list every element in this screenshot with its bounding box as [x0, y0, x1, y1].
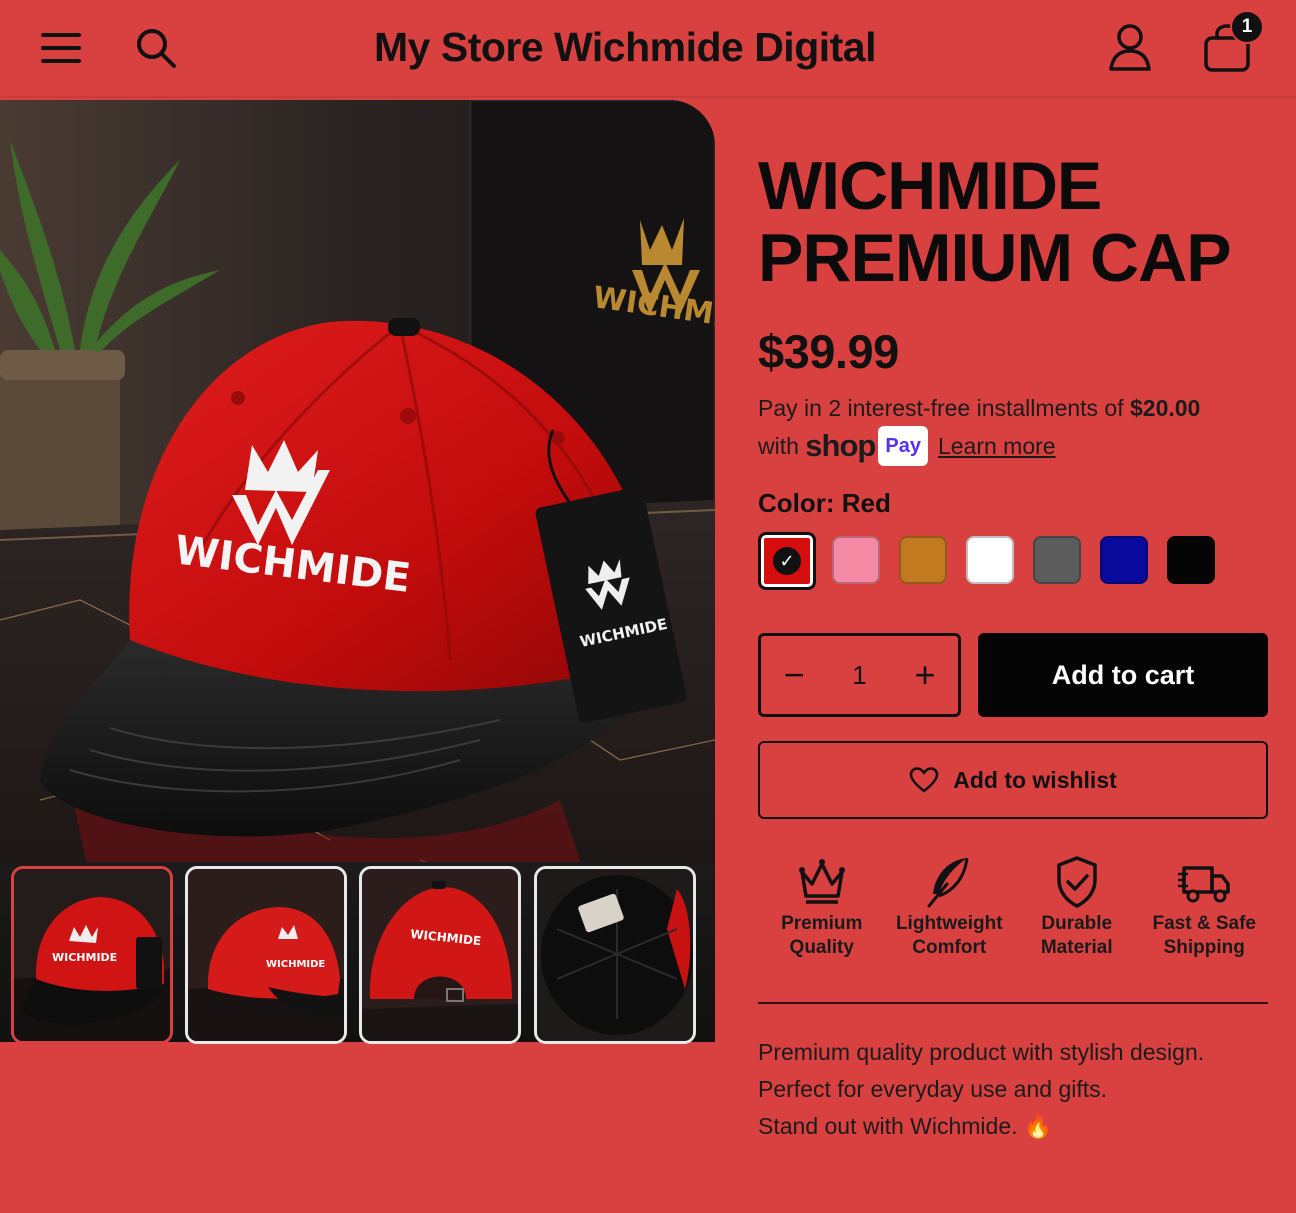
add-to-wishlist-button[interactable]: Add to wishlist [758, 741, 1268, 819]
feature-premium-quality: Premium Quality [758, 854, 886, 960]
product-title-line2: PREMIUM CAP [758, 220, 1232, 296]
installments-text: Pay in 2 interest-free installments of [758, 395, 1130, 421]
svg-text:WICHMIDE: WICHMIDE [52, 951, 117, 964]
feature-premium-quality-line2: Quality [789, 937, 854, 958]
feature-durable-material-line2: Material [1040, 937, 1113, 958]
thumbnail-underside[interactable] [534, 866, 696, 1044]
product-title: WICHMIDE PREMIUM CAP [758, 150, 1278, 294]
feather-icon [927, 857, 969, 908]
thumbnail-front-angle[interactable]: WICHMIDE [11, 866, 173, 1044]
thumbnail-back[interactable]: WICHMIDE [359, 866, 521, 1044]
product-price: $39.99 [758, 325, 899, 378]
feature-list: Premium Quality Lightweight Comfort Dura… [758, 854, 1268, 960]
shield-check-icon [1057, 856, 1097, 908]
swatch-pink[interactable] [832, 536, 880, 584]
feature-fast-safe-shipping-line1: Fast & Safe [1152, 913, 1256, 934]
feature-fast-safe-shipping-line2: Shipping [1163, 937, 1245, 958]
cart-count-badge: 1 [1230, 10, 1264, 44]
add-to-cart-button[interactable]: Add to cart [978, 633, 1268, 717]
swatch-brown[interactable] [899, 536, 947, 584]
feature-lightweight-comfort-line1: Lightweight [895, 913, 1003, 934]
swatch-gray[interactable] [1033, 536, 1081, 584]
installment-amount: $20.00 [1130, 395, 1201, 421]
heart-icon [909, 767, 939, 793]
wishlist-label: Add to wishlist [953, 766, 1117, 793]
description-line-1: Premium quality product with stylish des… [758, 1039, 1205, 1065]
color-swatches: ✓ [758, 532, 1234, 590]
color-label: Color: Red [758, 488, 891, 518]
quantity-stepper: − 1 + [758, 633, 961, 717]
quantity-decrease-button[interactable]: − [779, 657, 809, 693]
section-divider [758, 1002, 1268, 1004]
feature-premium-quality-line1: Premium [781, 913, 863, 934]
product-description: Premium quality product with stylish des… [758, 1034, 1204, 1145]
feature-lightweight-comfort: Lightweight Comfort [886, 854, 1014, 960]
shopping-bag-icon[interactable]: 1 [1198, 10, 1264, 76]
swatch-red[interactable]: ✓ [758, 532, 816, 590]
feature-lightweight-comfort-line2: Comfort [912, 937, 987, 958]
description-line-2: Perfect for everyday use and gifts. [758, 1076, 1108, 1102]
crown-icon [798, 859, 845, 904]
hamburger-menu-icon[interactable] [36, 26, 86, 70]
installments-with: with [758, 433, 806, 459]
feature-fast-safe-shipping: Fast & Safe Shipping [1141, 854, 1269, 960]
swatch-blue[interactable] [1100, 536, 1148, 584]
shop-pay-badge: Pay [878, 426, 928, 466]
product-title-line1: WICHMIDE [758, 148, 1102, 224]
learn-more-link[interactable]: Learn more [938, 433, 1056, 459]
feature-durable-material: Durable Material [1013, 854, 1141, 960]
feature-durable-material-line1: Durable [1041, 913, 1113, 934]
quantity-input[interactable]: 1 [852, 660, 866, 691]
check-icon: ✓ [773, 547, 801, 575]
shop-logo: shop [805, 428, 876, 463]
user-icon[interactable] [1104, 22, 1156, 74]
quantity-increase-button[interactable]: + [910, 657, 940, 693]
store-title[interactable]: My Store Wichmide Digital [300, 24, 950, 71]
description-line-3: Stand out with Wichmide. 🔥 [758, 1113, 1053, 1139]
svg-text:WICHMIDE: WICHMIDE [266, 959, 325, 970]
swatch-black[interactable] [1167, 536, 1215, 584]
swatch-white[interactable] [966, 536, 1014, 584]
search-icon[interactable] [132, 24, 180, 72]
thumbnail-side[interactable]: WICHMIDE [185, 866, 347, 1044]
site-header: My Store Wichmide Digital 1 [0, 0, 1296, 98]
installments-info: Pay in 2 interest-free installments of $… [758, 390, 1268, 466]
truck-icon [1178, 866, 1230, 903]
